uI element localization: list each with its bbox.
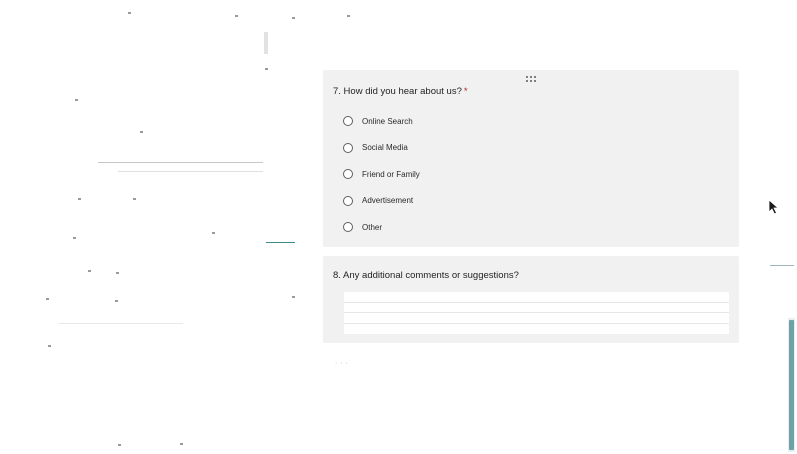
- artifact: [75, 99, 78, 101]
- option-online-search[interactable]: Online Search: [343, 108, 420, 135]
- faded-remnant: · · ·: [335, 360, 349, 367]
- artifact: [118, 444, 121, 446]
- artifact: [264, 32, 268, 54]
- mouse-pointer-icon: [768, 199, 780, 215]
- option-social-media[interactable]: Social Media: [343, 135, 420, 162]
- radio-button[interactable]: [343, 195, 353, 206]
- drag-handle-icon[interactable]: [526, 76, 538, 84]
- option-label: Social Media: [362, 143, 408, 153]
- question-title: 8. Any additional comments or suggestion…: [333, 270, 519, 281]
- artifact: [140, 131, 143, 133]
- artifact: [265, 68, 268, 70]
- radio-button[interactable]: [343, 142, 353, 153]
- option-advertisement[interactable]: Advertisement: [343, 188, 420, 215]
- question-title-text: 8. Any additional comments or suggestion…: [333, 270, 519, 281]
- artifact: [235, 15, 238, 17]
- artifact: [266, 242, 295, 243]
- option-other[interactable]: Other: [343, 214, 420, 241]
- option-label: Friend or Family: [362, 169, 420, 179]
- option-label: Advertisement: [362, 196, 414, 206]
- comments-textarea[interactable]: [344, 292, 729, 334]
- artifact: [770, 265, 794, 266]
- artifact: [292, 17, 295, 19]
- artifact: [46, 298, 49, 300]
- artifact: [58, 323, 183, 324]
- artifact: [133, 198, 136, 200]
- scrollbar-thumb[interactable]: [789, 320, 794, 450]
- artifact: [180, 443, 183, 445]
- form-page: 7. How did you hear about us? * Online Se…: [0, 0, 797, 454]
- required-marker: *: [463, 86, 468, 97]
- artifact: [115, 300, 118, 302]
- option-label: Online Search: [362, 116, 413, 126]
- radio-button[interactable]: [343, 222, 353, 233]
- artifact: [48, 345, 51, 347]
- question-title: 7. How did you hear about us? *: [333, 86, 468, 97]
- artifact: [128, 12, 131, 14]
- artifact: [116, 272, 119, 274]
- artifact: [212, 232, 215, 234]
- artifact: [118, 171, 263, 172]
- option-friend-or-family[interactable]: Friend or Family: [343, 161, 420, 188]
- artifact: [73, 237, 76, 239]
- artifact: [292, 296, 295, 298]
- radio-group: Online Search Social Media Friend or Fam…: [343, 108, 420, 241]
- artifact: [347, 15, 350, 17]
- radio-button[interactable]: [343, 116, 353, 127]
- question-card-7: 7. How did you hear about us? * Online Se…: [323, 70, 739, 247]
- question-card-8: 8. Any additional comments or suggestion…: [323, 256, 739, 343]
- artifact: [88, 270, 91, 272]
- artifact: [78, 198, 81, 200]
- radio-button[interactable]: [343, 169, 353, 180]
- artifact: [98, 162, 263, 163]
- question-title-text: 7. How did you hear about us?: [333, 86, 462, 97]
- option-label: Other: [362, 222, 383, 232]
